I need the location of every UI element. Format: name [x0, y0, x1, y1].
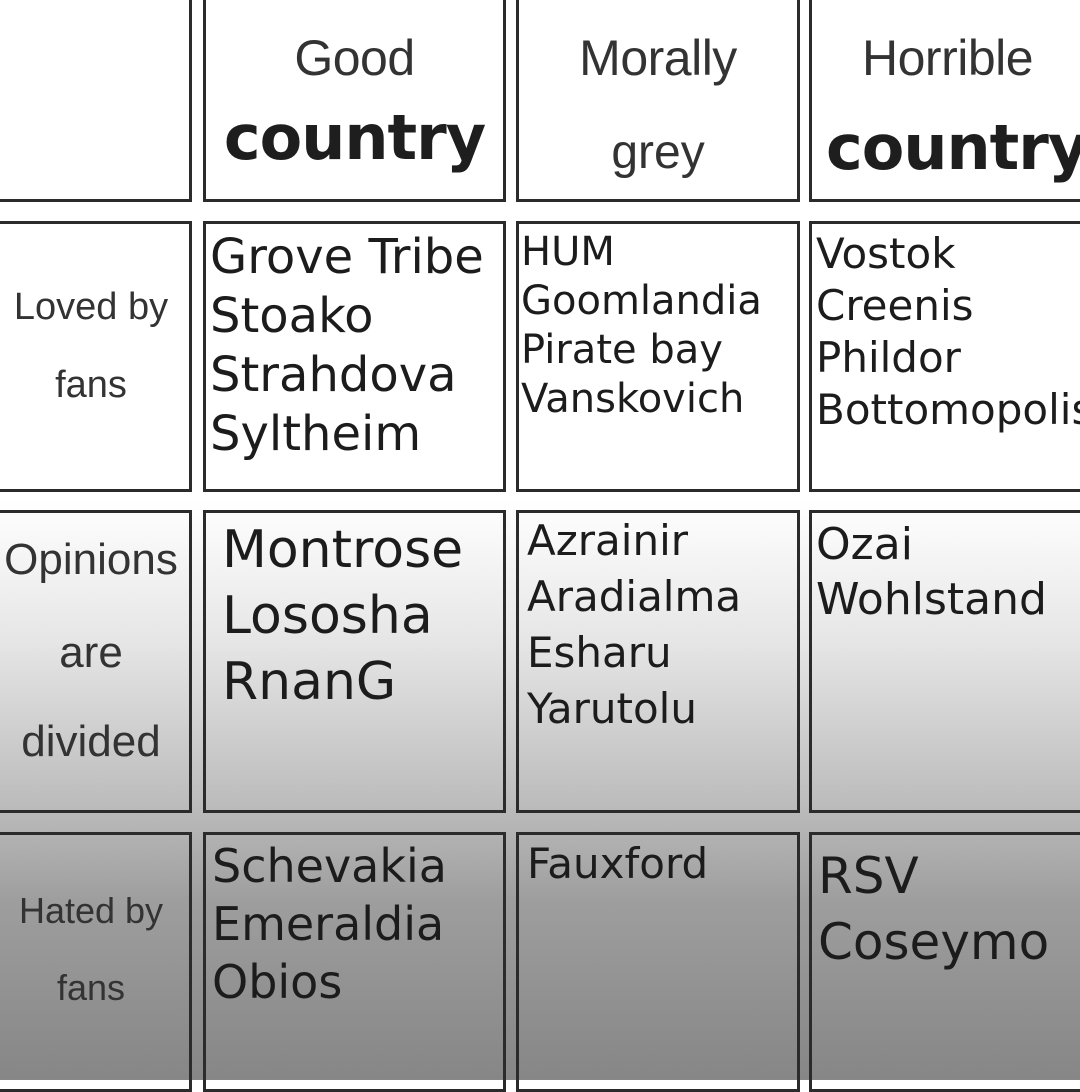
- cell-divided-grey: Azrainir Aradialma Esharu Yarutolu: [516, 510, 800, 813]
- row-label-line: divided: [21, 717, 161, 766]
- list-item: HUM: [521, 229, 615, 275]
- country-list: Azrainir Aradialma Esharu Yarutolu: [527, 513, 741, 737]
- country-list: Fauxford: [527, 837, 708, 891]
- cell-hated-good: Schevakia Emeraldia Obios: [203, 832, 506, 1092]
- column-header-morally-grey: Morally grey: [516, 0, 800, 202]
- list-item: Emeraldia: [212, 897, 445, 951]
- list-item: Pirate bay: [521, 327, 723, 373]
- cell-divided-good: Montrose Lososha RnanG: [203, 510, 506, 813]
- list-item: Syltheim: [210, 406, 422, 462]
- list-item: Esharu: [527, 628, 672, 677]
- list-item: Lososha: [222, 586, 433, 646]
- cell-loved-good: Grove Tribe Stoako Strahdova Syltheim: [203, 221, 506, 492]
- row-label-opinions-divided: Opinions are divided: [0, 510, 192, 813]
- column-header-bottom: grey: [611, 126, 705, 179]
- row-label-loved-by-fans: Loved by fans: [0, 221, 192, 492]
- cell-divided-horrible: Ozai Wohlstand: [809, 510, 1080, 813]
- list-item: Obios: [212, 955, 343, 1009]
- list-item: Phildor: [816, 333, 961, 382]
- row-label-line: fans: [56, 967, 126, 1008]
- list-item: RnanG: [222, 652, 397, 712]
- country-list: Schevakia Emeraldia Obios: [212, 837, 447, 1011]
- list-item: Aradialma: [527, 572, 742, 621]
- list-item: Schevakia: [212, 839, 447, 893]
- cell-loved-horrible: Vostok Creenis Phildor Bottomopolis: [809, 221, 1080, 492]
- list-item: Vanskovich: [521, 376, 745, 422]
- list-item: Creenis: [816, 281, 974, 330]
- list-item: Yarutolu: [527, 684, 697, 733]
- list-item: Strahdova: [210, 347, 457, 403]
- list-item: Montrose: [222, 520, 464, 580]
- column-header-bottom: country: [826, 111, 1080, 184]
- cell-hated-horrible: RSV Coseymo: [809, 832, 1080, 1092]
- column-header-top: Good: [294, 30, 415, 86]
- country-list: RSV Coseymo: [818, 843, 1049, 975]
- list-item: Coseymo: [818, 913, 1050, 971]
- row-label-line: Loved by: [13, 286, 169, 328]
- list-item: Grove Tribe: [210, 229, 484, 285]
- list-item: Azrainir: [527, 516, 689, 565]
- column-header-good-country: Good country: [203, 0, 506, 202]
- list-item: Goomlandia: [521, 278, 762, 324]
- row-label-line: Hated by: [18, 890, 164, 931]
- country-list: Grove Tribe Stoako Strahdova Syltheim: [210, 228, 484, 464]
- cell-loved-grey: HUM Goomlandia Pirate bay Vanskovich: [516, 221, 800, 492]
- country-list: Montrose Lososha RnanG: [222, 517, 463, 715]
- country-list: Ozai Wohlstand: [816, 517, 1047, 627]
- list-item: Stoako: [210, 288, 374, 344]
- list-item: RSV: [818, 847, 919, 905]
- column-header-horrible-country: Horrible country: [809, 0, 1080, 202]
- row-label-hated-by-fans: Hated by fans: [0, 832, 192, 1092]
- list-item: Wohlstand: [816, 574, 1047, 625]
- row-label-line: Opinions: [4, 535, 178, 584]
- column-header-top: Morally: [579, 30, 737, 86]
- list-item: Ozai: [816, 519, 913, 570]
- column-header-bottom: country: [223, 101, 486, 174]
- list-item: Vostok: [816, 229, 956, 278]
- list-item: Fauxford: [527, 839, 709, 888]
- column-header-top: Horrible: [862, 30, 1034, 86]
- row-label-line: fans: [55, 364, 127, 406]
- row-label-line: are: [59, 628, 123, 677]
- country-list: Vostok Creenis Phildor Bottomopolis: [816, 228, 1080, 436]
- cell-hated-grey: Fauxford: [516, 832, 800, 1092]
- country-list: HUM Goomlandia Pirate bay Vanskovich: [521, 228, 762, 424]
- list-item: Bottomopolis: [816, 385, 1080, 434]
- corner-cell: [0, 0, 192, 202]
